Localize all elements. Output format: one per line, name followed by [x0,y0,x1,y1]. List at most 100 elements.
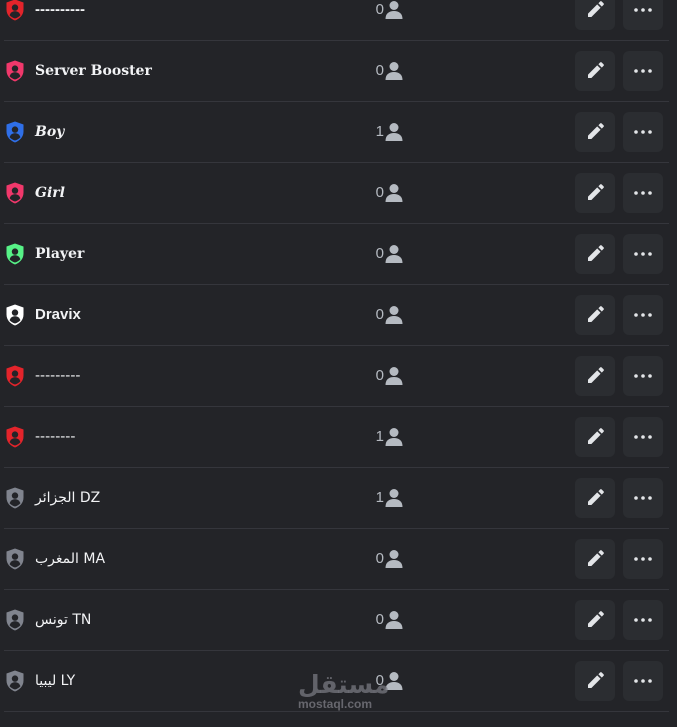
more-options-icon [634,191,652,195]
member-count: 0 [375,1,384,18]
edit-role-button[interactable] [575,234,615,274]
edit-role-button[interactable] [575,295,615,335]
pencil-icon [586,611,604,629]
shield-icon [6,365,24,387]
shield-icon [6,243,24,265]
more-options-button[interactable] [623,0,663,30]
members-icon [385,671,403,691]
pencil-icon [586,123,604,141]
edit-role-button[interactable] [575,173,615,213]
more-options-button[interactable] [623,539,663,579]
role-row[interactable]: Boy 1 [4,102,669,163]
edit-role-button[interactable] [575,539,615,579]
member-count: 0 [375,245,384,262]
role-name: --------- [35,368,81,384]
member-count: 0 [375,367,384,384]
role-row[interactable]: تونس TN 0 [4,590,669,651]
member-count: 0 [375,550,384,567]
more-options-button[interactable] [623,417,663,457]
role-row[interactable]: -------- 1 [4,407,669,468]
edit-role-button[interactable] [575,112,615,152]
pencil-icon [586,306,604,324]
more-options-button[interactable] [623,661,663,701]
role-name: Dravix [35,306,81,323]
shield-icon [6,548,24,570]
members-icon [385,549,403,569]
more-options-button[interactable] [623,234,663,274]
members-icon [385,183,403,203]
members-icon [385,427,403,447]
more-options-button[interactable] [623,600,663,640]
role-row[interactable]: Server Booster 0 [4,41,669,102]
role-row[interactable]: Girl 0 [4,163,669,224]
role-name: -------- [35,429,76,445]
shield-icon [6,60,24,82]
pencil-icon [586,367,604,385]
members-icon [385,122,403,142]
edit-role-button[interactable] [575,356,615,396]
role-row[interactable]: --------- 0 [4,346,669,407]
shield-icon [6,670,24,692]
more-options-icon [634,313,652,317]
members-icon [385,0,403,20]
more-options-button[interactable] [623,173,663,213]
shield-icon [6,304,24,326]
more-options-button[interactable] [623,51,663,91]
pencil-icon [586,428,604,446]
member-count: 0 [375,611,384,628]
role-name: الجزائر DZ [35,490,101,506]
members-icon [385,366,403,386]
shield-icon [6,609,24,631]
more-options-icon [634,435,652,439]
role-name: تونس TN [35,612,92,628]
more-options-icon [634,679,652,683]
members-icon [385,610,403,630]
more-options-button[interactable] [623,478,663,518]
member-count: 0 [375,672,384,689]
pencil-icon [586,1,604,19]
more-options-icon [634,557,652,561]
edit-role-button[interactable] [575,600,615,640]
members-icon [385,305,403,325]
shield-icon [6,426,24,448]
edit-role-button[interactable] [575,661,615,701]
more-options-button[interactable] [623,295,663,335]
edit-role-button[interactable] [575,51,615,91]
pencil-icon [586,184,604,202]
edit-role-button[interactable] [575,417,615,457]
pencil-icon [586,550,604,568]
more-options-icon [634,130,652,134]
pencil-icon [586,672,604,690]
shield-icon [6,182,24,204]
role-row[interactable]: الجزائر DZ 1 [4,468,669,529]
more-options-icon [634,69,652,73]
more-options-icon [634,618,652,622]
role-row[interactable]: Player 0 [4,224,669,285]
role-row[interactable]: ليبيا LY 0 [4,651,669,712]
more-options-icon [634,496,652,500]
more-options-button[interactable] [623,112,663,152]
role-list: ---------- 0 Server Booster 0 Boy 1 Girl 0 Playe… [0,0,677,712]
more-options-button[interactable] [623,356,663,396]
member-count: 0 [375,62,384,79]
member-count: 1 [375,123,384,140]
role-name: المغرب MA [35,551,106,567]
more-options-icon [634,252,652,256]
role-row[interactable]: المغرب MA 0 [4,529,669,590]
role-name: Player [35,246,85,262]
shield-icon [6,0,24,21]
role-name: Girl [35,185,65,201]
more-options-icon [634,374,652,378]
role-name: Boy [35,124,65,140]
members-icon [385,244,403,264]
member-count: 1 [375,428,384,445]
shield-icon [6,487,24,509]
member-count: 0 [375,306,384,323]
member-count: 0 [375,184,384,201]
pencil-icon [586,245,604,263]
edit-role-button[interactable] [575,478,615,518]
role-row[interactable]: ---------- 0 [4,0,669,41]
edit-role-button[interactable] [575,0,615,30]
role-row[interactable]: Dravix 0 [4,285,669,346]
role-name: Server Booster [35,63,152,79]
